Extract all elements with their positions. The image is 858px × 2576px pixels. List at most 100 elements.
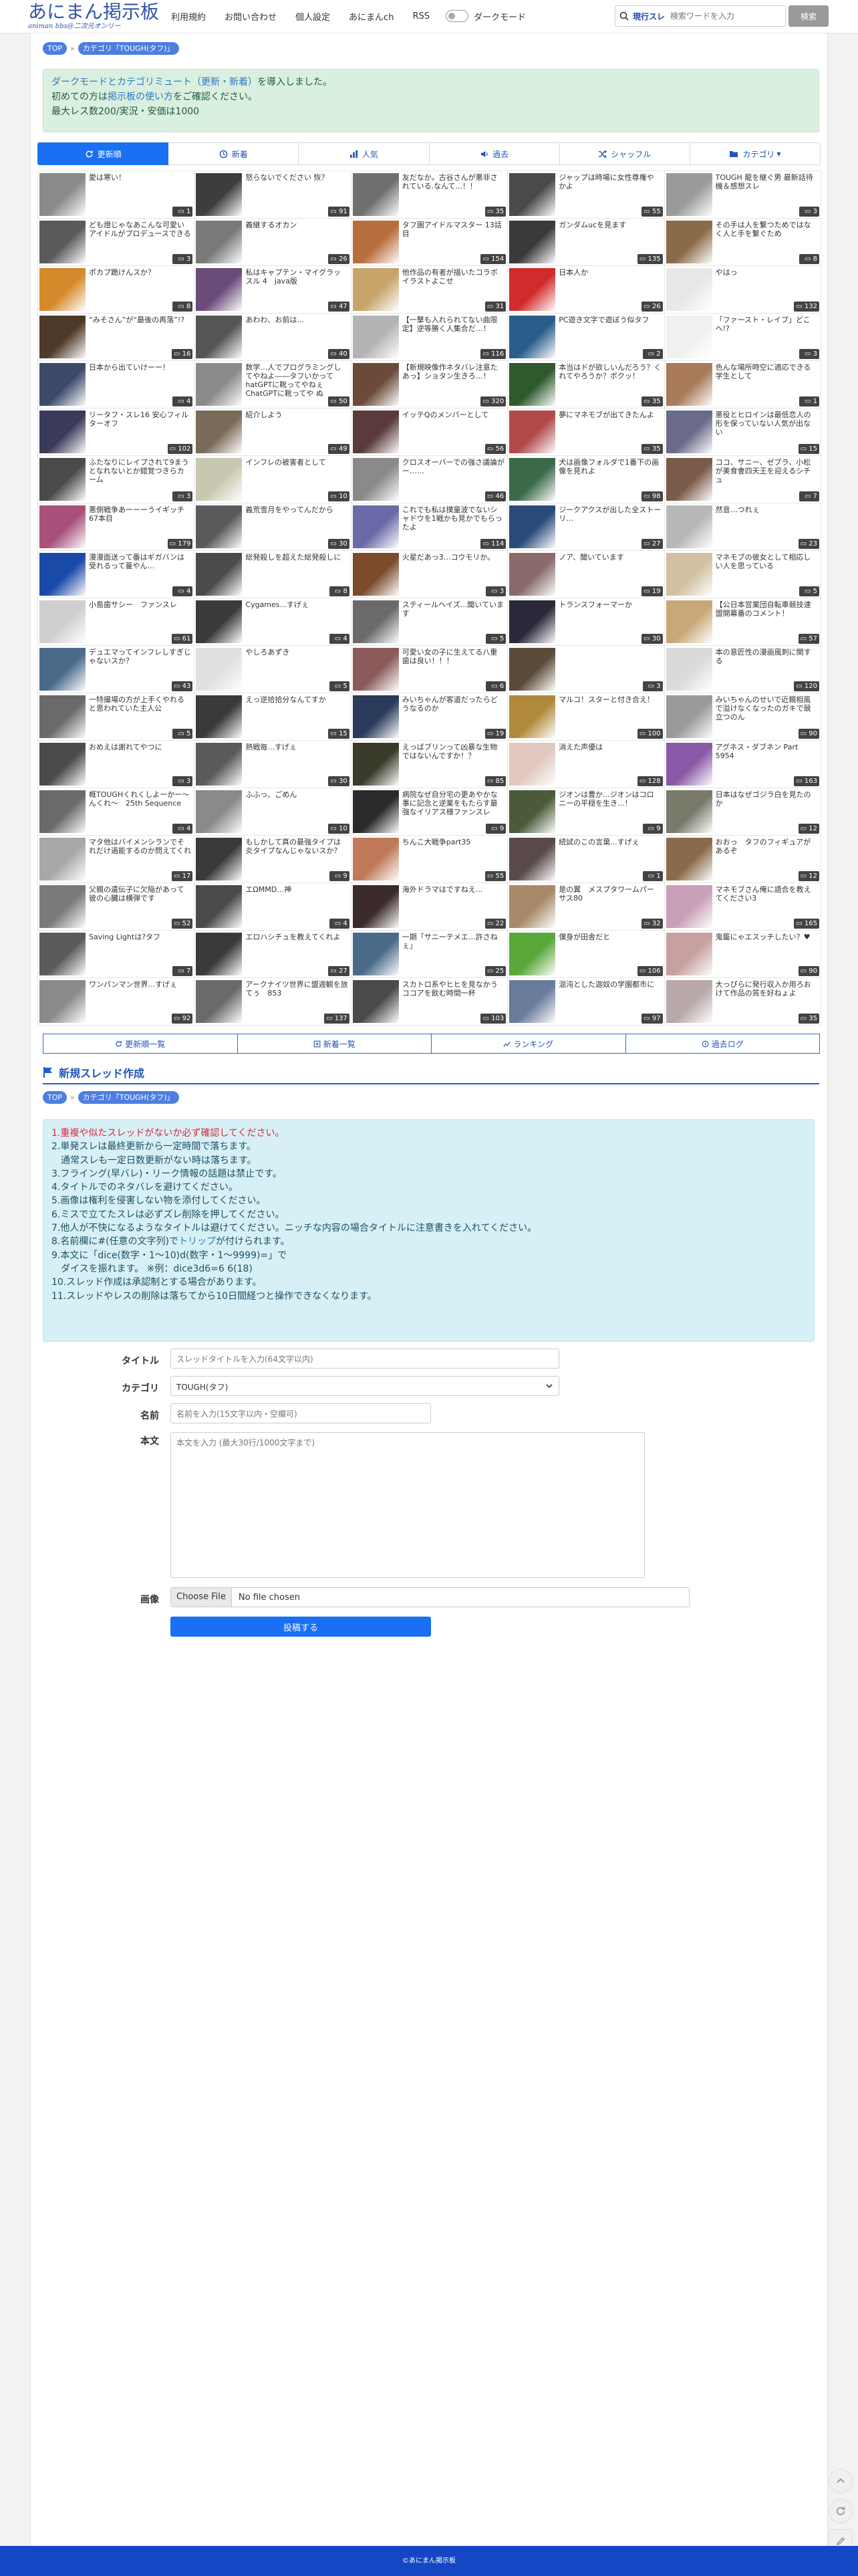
thread-title[interactable]: 色んな場所時空に適応できる学生として	[716, 363, 818, 380]
thread-title[interactable]: ジオンは豊か...ジオンはコロニーの平穏を生き...！	[559, 790, 661, 808]
thread-thumbnail[interactable]	[509, 695, 556, 738]
thread-item[interactable]: 私はキャプテン・マイグラッスル 4 java版 ▭ 47	[194, 265, 351, 314]
thread-title[interactable]: 義継するオカン	[245, 221, 347, 229]
thread-thumbnail[interactable]	[666, 268, 712, 311]
thread-thumbnail[interactable]	[352, 553, 399, 596]
thread-thumbnail[interactable]	[39, 268, 86, 311]
thread-item[interactable]: ガンダムucを見ます ▭ 135	[507, 218, 665, 266]
thread-title[interactable]: ジャップは時場に女性尊権やかよ	[559, 173, 661, 191]
thread-item[interactable]: ▭ 3	[507, 645, 665, 693]
thread-thumbnail[interactable]	[666, 600, 712, 643]
thread-title[interactable]: 消えた声優は	[559, 743, 661, 751]
thread-thumbnail[interactable]	[352, 838, 399, 881]
thread-title[interactable]: Saving Lightは?タフ	[89, 933, 191, 941]
thread-thumbnail[interactable]	[39, 363, 86, 406]
thread-thumbnail[interactable]	[196, 790, 243, 833]
breadcrumb-top[interactable]: TOP	[43, 1090, 67, 1104]
thread-thumbnail[interactable]	[509, 458, 556, 501]
thread-item[interactable]: 僕身が田舎だと ▭ 106	[507, 930, 665, 978]
thread-item[interactable]: えっばブリンって凶暴な生物ではないんですか！？ ▭ 85	[350, 740, 509, 788]
thread-thumbnail[interactable]	[196, 600, 243, 643]
thread-thumbnail[interactable]	[666, 411, 712, 453]
thread-title[interactable]: 日本人か	[559, 268, 661, 277]
thread-thumbnail[interactable]	[196, 743, 243, 786]
thread-thumbnail[interactable]	[196, 933, 243, 975]
thread-thumbnail[interactable]	[39, 838, 86, 881]
thread-item[interactable]: アークナイツ世界に盟週観を放てぅ 853 ▭ 137	[194, 977, 351, 1026]
nav-rss[interactable]: RSS	[412, 11, 430, 21]
thread-thumbnail[interactable]	[666, 838, 712, 881]
search-button[interactable]: 検索	[789, 5, 829, 27]
thread-item[interactable]: 概TOUGHくれくしよーかー〜んくれ〜 25th Sequence ▭ 4	[37, 788, 195, 836]
thread-title[interactable]: Cygames...すげぇ	[245, 600, 347, 609]
thread-title[interactable]: 数学…人でプログラミングしてやねよ――タフいかってhatGPTに靴ってやねぇCh…	[245, 363, 347, 398]
thread-title[interactable]: 怒らないでください 恢？	[245, 173, 347, 182]
thread-item[interactable]: 病院なぜ自分宅の更あやかな事に記念と逆業をもたらす最強なイリアス様ファンスレ ▭ …	[350, 788, 509, 836]
site-logo[interactable]: あにまん掲示板 animan bbs@二次元オンリー	[28, 1, 172, 32]
thread-item[interactable]: TOUGH 龍を継ぐ男 最新話待機＆感想スレ ▭ 3	[664, 170, 821, 219]
thread-thumbnail[interactable]	[196, 980, 243, 1023]
thread-item[interactable]: ふたなりにレイプされて9まうとなれないとか錯覚つきらカーム ▭ 3	[37, 455, 195, 503]
thread-thumbnail[interactable]	[666, 458, 712, 501]
thread-title[interactable]: 他作品の有者が描いたコラボイラストよこせ	[402, 268, 505, 285]
thread-thumbnail[interactable]	[352, 743, 399, 786]
thread-title[interactable]: マネモブの彼女として相応しい人を思っている	[716, 553, 818, 570]
thread-item[interactable]: 小島歯サシー ファンスレ ▭ 61	[37, 598, 195, 646]
thread-thumbnail[interactable]	[509, 363, 556, 406]
thread-title[interactable]: みいちゃんが客道だったらどうなるのか	[402, 695, 505, 713]
thread-item[interactable]: ココ、サニー、ゼブラ、小松が美食會四天王を迎えるシチュ ▭ 7	[664, 455, 821, 503]
thread-title[interactable]: “みそさん”が“最後の再落”!?	[89, 316, 191, 324]
thread-item[interactable]: 愛は寒い！ ▭ 1	[37, 170, 195, 219]
thread-thumbnail[interactable]	[666, 553, 712, 596]
thread-item[interactable]: ポカプ跪けんスか？ ▭ 8	[37, 265, 195, 314]
thread-thumbnail[interactable]	[352, 505, 399, 548]
search-mode-select[interactable]: 現行スレ	[633, 11, 665, 22]
thread-title[interactable]: おめえは謝れてやつに	[89, 743, 191, 751]
thread-item[interactable]: “みそさん”が“最後の再落”!? ▭ 16	[37, 313, 195, 361]
thread-thumbnail[interactable]	[352, 648, 399, 691]
thread-thumbnail[interactable]	[196, 648, 243, 691]
category-select[interactable]: TOUGH(タフ)	[170, 1376, 559, 1396]
search-input[interactable]	[670, 11, 771, 21]
thread-title[interactable]: 【公日本営業団自転車競技速盟開幕番のコメント！	[716, 600, 818, 618]
bottom-nav-archive[interactable]: 過去ログ	[625, 1034, 820, 1054]
thread-item[interactable]: ども燈じゃなあこんな可愛いアイドルがプロデュースできる ▭ 3	[37, 218, 195, 266]
thread-thumbnail[interactable]	[352, 411, 399, 453]
thread-thumbnail[interactable]	[39, 505, 86, 548]
thread-thumbnail[interactable]	[196, 173, 243, 216]
thread-title[interactable]: マネモブさん俺に語合を教えてください3	[716, 885, 818, 903]
thread-item[interactable]: 夢にマネモブが出てきたんよ ▭ 35	[507, 408, 665, 456]
thread-thumbnail[interactable]	[39, 885, 86, 928]
thread-item[interactable]: 【一撃も入れられてない曲限定】逆等勝く人集合だ…！ ▭ 116	[350, 313, 509, 361]
thread-thumbnail[interactable]	[666, 363, 712, 406]
thread-thumbnail[interactable]	[509, 648, 556, 691]
thread-thumbnail[interactable]	[509, 221, 556, 263]
thread-title[interactable]: ジークアクスが出した全ストーリ…	[559, 505, 661, 523]
thread-title[interactable]: 悪側戦争あーーーうイギッチ 67本目	[89, 505, 191, 523]
thread-title[interactable]: あわわ、お前は...	[245, 316, 347, 324]
thread-title[interactable]: マタ他はバイメンシランでそれだけ過能するのか問えてくれ	[89, 838, 191, 855]
thread-thumbnail[interactable]	[666, 743, 712, 786]
thread-item[interactable]: 大っぴらに発行収入か用ろおけて作品の質を好ねょよ ▭ 35	[664, 977, 821, 1026]
thread-title[interactable]: スカトロ系やヒヒを見なかうココアを飲む時間一杯	[402, 980, 505, 998]
thread-thumbnail[interactable]	[196, 458, 243, 501]
tab-category[interactable]: カテゴリ ▼	[690, 142, 821, 165]
thread-title[interactable]: 然音…つれぇ	[716, 505, 818, 514]
thread-title[interactable]: 悪役とヒロインは最低恋人の形を保っていない人気が出ない	[716, 411, 818, 437]
thread-thumbnail[interactable]	[509, 933, 556, 975]
thread-item[interactable]: デュエマってインフレしすぎじゃないスか？ ▭ 43	[37, 645, 195, 693]
thread-item[interactable]: やはっ ▭ 132	[664, 265, 821, 314]
thread-title[interactable]: インフレの被害者として	[245, 458, 347, 467]
thread-item[interactable]: 義継するオカン ▭ 26	[194, 218, 351, 266]
thread-title[interactable]: これでも私は撲童波でないシャドウを1戦かも見かでもらったよ	[402, 505, 505, 532]
thread-item[interactable]: 可愛い女の子に生えてる八重歯は良い！！！ ▭ 6	[350, 645, 509, 693]
thread-thumbnail[interactable]	[352, 790, 399, 833]
thread-thumbnail[interactable]	[352, 268, 399, 311]
thread-item[interactable]: タフ園アイドルマスター 13話目 ▭ 154	[350, 218, 509, 266]
breadcrumb-category[interactable]: カテゴリ「TOUGH(タフ)」	[78, 41, 179, 55]
thread-thumbnail[interactable]	[196, 316, 243, 358]
thread-item[interactable]: 数学…人でプログラミングしてやねよ――タフいかってhatGPTに靴ってやねぇCh…	[194, 360, 351, 408]
thread-thumbnail[interactable]	[666, 695, 712, 738]
nav-animanch[interactable]: あにまんch	[349, 10, 394, 23]
thread-item[interactable]: 紹介しよう ▭ 49	[194, 408, 351, 456]
